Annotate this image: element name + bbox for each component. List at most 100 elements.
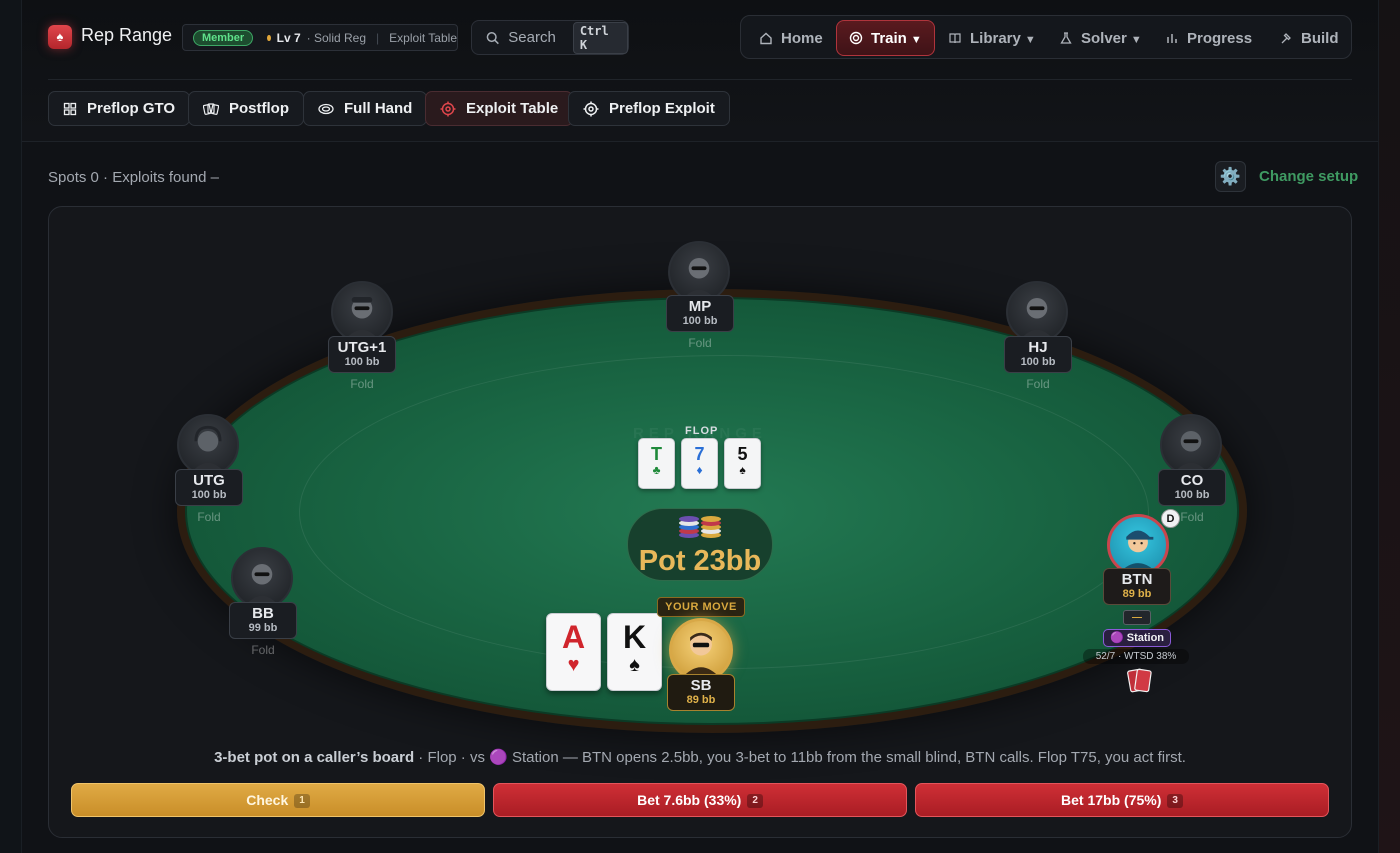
header-divider [48,79,1352,80]
player-type-badge[interactable]: 🟣 Station [1103,629,1171,647]
seat-plate-hj[interactable]: HJ 100 bb [1004,336,1072,373]
board-card: 7 ♦ [681,438,718,489]
seat-plate-sb[interactable]: SB 89 bb [667,674,735,711]
seat-stack: 100 bb [191,489,227,501]
avatar [231,547,293,609]
seat-stack: 100 bb [344,356,380,368]
mode-preflop-exploit-label: Preflop Exploit [609,100,715,117]
seat-plate-bb[interactable]: BB 99 bb [229,602,297,639]
card-rank: 5 [737,444,748,464]
mode-preflop-gto[interactable]: Preflop GTO [48,91,191,126]
avatar [177,414,239,476]
logo-icon[interactable]: ♠ [48,25,72,49]
hand-description: 3-bet pot on a caller’s board · Flop · v… [49,748,1351,766]
nav-home[interactable]: Home [759,20,823,56]
villain-avatar [1107,514,1169,576]
bet-small-button[interactable]: Bet 7.6bb (33%) 2 [493,783,907,817]
mode-preflop-gto-label: Preflop GTO [87,100,176,117]
nav-build[interactable]: Build [1279,20,1339,56]
hand-description-title: 3-bet pot on a caller’s board [214,749,415,766]
bet-large-button[interactable]: Bet 17bb (75%) 3 [915,783,1329,817]
top-bar: ♠ Rep Range Member Lv 7 · Solid Reg | Ex… [22,0,1378,142]
brand-name[interactable]: Rep Range [81,25,172,46]
nav-home-label: Home [781,29,823,47]
seat-stack: 89 bb [1122,588,1152,600]
nav-library-label: Library [970,29,1021,47]
nav-train-label: Train [871,29,907,47]
seat-stack: 89 bb [686,694,716,706]
card-suit: ♥ [567,654,580,676]
bet-small-button-label: Bet 7.6bb (33%) [637,792,742,808]
search-icon [486,31,499,44]
chevron-down-icon: ▼ [910,34,922,46]
avatar [668,241,730,303]
card-suit: ♠ [739,463,746,477]
seat-position: BB [252,605,274,622]
member-badge: Member [193,29,254,46]
street-label: FLOP [685,425,719,437]
target-icon [849,31,863,45]
card-back-icon [1127,668,1152,693]
avatar [331,281,393,343]
check-button[interactable]: Check 1 [71,783,485,817]
nav-solver-label: Solver [1081,29,1127,47]
flask-icon [1060,32,1072,44]
pot-display: Pot 23bb [627,508,773,581]
shortcut-key: 3 [1167,794,1183,809]
settings-gear-button[interactable]: ⚙️ [1215,161,1246,192]
hand-description-text: · Flop · vs 🟣 Station — BTN opens 2.5bb,… [414,749,1186,766]
seat-plate-utg1[interactable]: UTG+1 100 bb [328,336,396,373]
chip-stack-icon [628,513,772,545]
hero-avatar [669,618,733,682]
card-suit: ♠ [629,654,640,676]
chevron-down-icon: ▼ [1024,34,1036,46]
search-button[interactable]: Search Ctrl K [471,20,629,55]
board-card: T ♣ [638,438,675,489]
seat-position: HJ [1028,339,1048,356]
seat-stack: 100 bb [682,315,718,327]
seat-plate-mp[interactable]: MP 100 bb [666,295,734,332]
shortcut-key: 1 [294,794,310,809]
search-label: Search [508,29,556,46]
shortcut-key: 2 [747,794,763,809]
level-dot-icon [267,34,271,41]
chip-icon [318,103,334,114]
board-card: 5 ♠ [724,438,761,489]
hero-card: A ♥ [546,613,601,691]
mode-preflop-exploit[interactable]: Preflop Exploit [568,91,730,126]
home-icon [760,32,772,45]
nav-library[interactable]: Library ▼ [948,20,1036,56]
right-frame [1378,0,1400,853]
card-rank: K [622,619,647,655]
nav-progress[interactable]: Progress [1165,20,1252,56]
search-shortcut: Ctrl K [572,21,628,54]
seat-plate-utg[interactable]: UTG 100 bb [175,469,243,506]
mode-postflop-label: Postflop [229,100,289,117]
pot-amount: Pot 23bb [638,545,762,577]
nav-train[interactable]: Train ▼ [836,20,935,56]
crosshair-icon [440,101,456,116]
seat-position: SB [690,677,712,694]
avatar [1160,414,1222,476]
seat-position: UTG [193,472,225,489]
hero-card: K ♠ [607,613,662,691]
cards-icon [203,102,219,115]
nav-solver[interactable]: Solver ▼ [1059,20,1142,56]
mode-full-hand[interactable]: Full Hand [303,91,428,126]
mode-exploit-table[interactable]: Exploit Table [425,91,574,126]
hammer-icon [1281,33,1291,44]
seat-position: BTN [1121,571,1153,588]
grid-icon [63,102,77,115]
card-rank: 7 [694,444,705,464]
seat-action: Fold [350,377,374,391]
card-suit: ♣ [652,463,661,477]
change-setup-link[interactable]: Change setup [1259,168,1358,185]
seat-position: MP [688,298,712,315]
mode-postflop[interactable]: Postflop [188,91,304,126]
seat-plate-co[interactable]: CO 100 bb [1158,469,1226,506]
card-suit: ♦ [696,463,703,477]
card-rank: A [561,619,586,655]
mode-full-hand-label: Full Hand [344,100,413,117]
seat-plate-btn[interactable]: BTN 89 bb [1103,568,1171,605]
seat-stack: 100 bb [1020,356,1056,368]
